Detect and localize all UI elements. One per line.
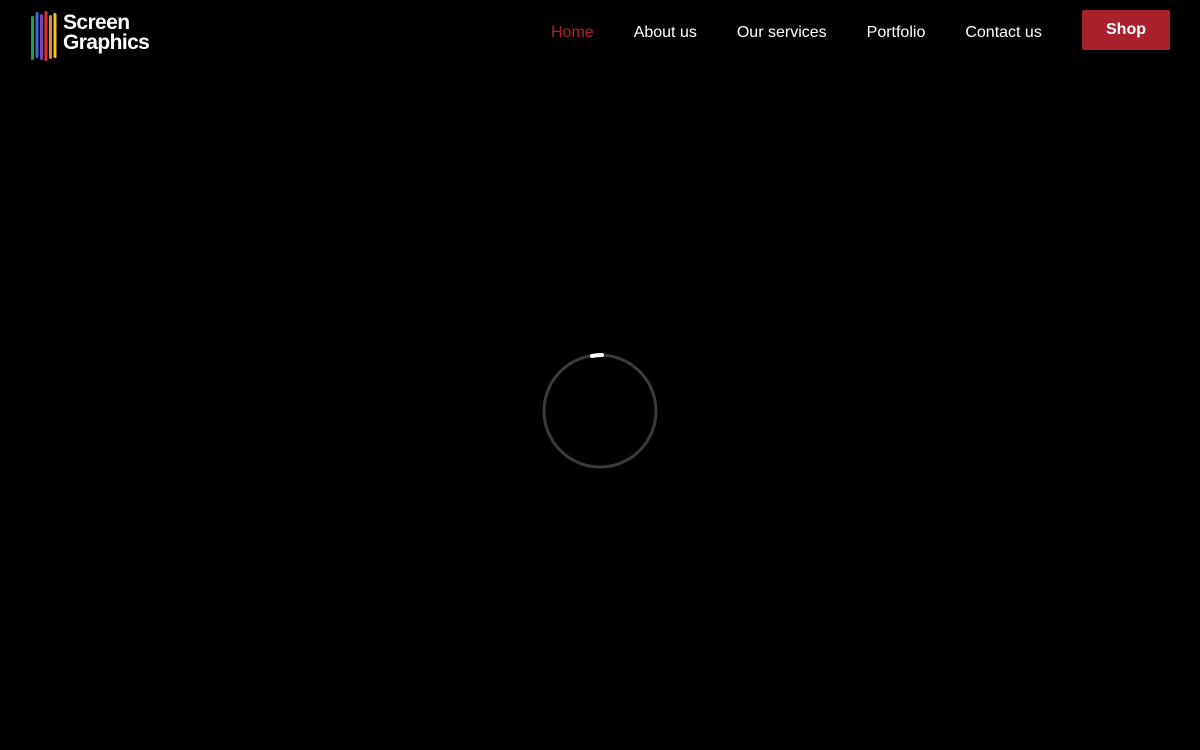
nav-item-about-us[interactable]: About us	[634, 23, 697, 43]
logo-link[interactable]: Screen Graphics	[30, 10, 162, 62]
logo-stripes-icon	[31, 11, 57, 61]
logo-line-1: Screen	[63, 11, 130, 34]
page: Screen Graphics Home About us Our servic…	[0, 0, 1200, 750]
logo-wordmark: Screen Graphics	[63, 11, 150, 54]
logo-line-2: Graphics	[63, 31, 150, 54]
shop-button[interactable]: Shop	[1082, 10, 1170, 50]
nav-item-home[interactable]: Home	[551, 23, 594, 43]
site-header: Screen Graphics Home About us Our servic…	[0, 0, 1200, 66]
nav-item-contact-us[interactable]: Contact us	[965, 23, 1041, 43]
loading-spinner-icon	[542, 353, 658, 469]
nav-item-portfolio[interactable]: Portfolio	[867, 23, 926, 43]
nav-item-our-services[interactable]: Our services	[737, 23, 827, 43]
main-nav: Home About us Our services Portfolio Con…	[551, 22, 1042, 44]
